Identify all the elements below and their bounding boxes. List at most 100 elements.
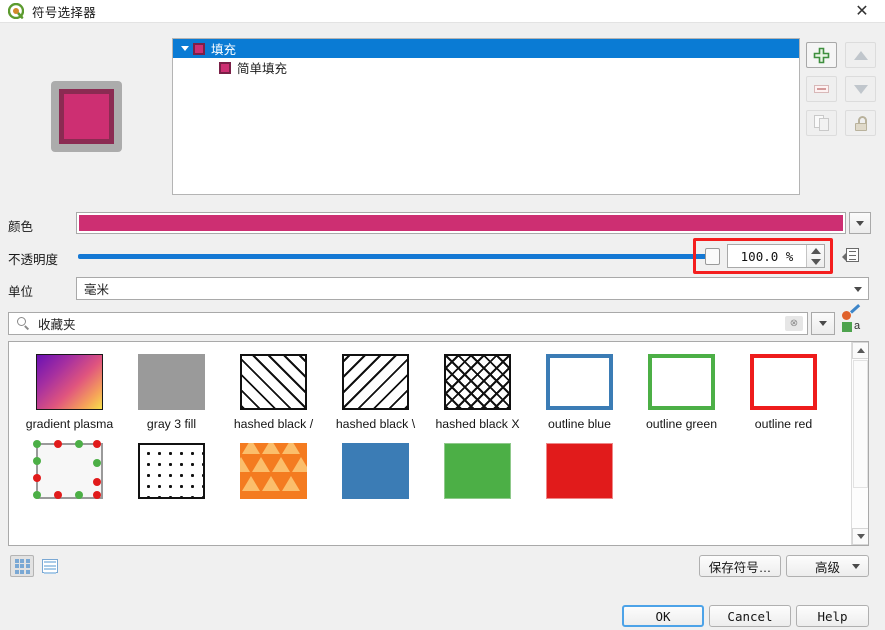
color-label: 颜色	[8, 220, 34, 234]
symbol-thumbnail	[342, 354, 409, 410]
opacity-value[interactable]: 100.0 %	[728, 249, 806, 264]
symbol-thumbnail	[648, 354, 715, 410]
tree-row-simple-fill[interactable]: 简单填充	[173, 58, 799, 77]
layer-button-column	[806, 42, 880, 142]
symbol-outline-blue[interactable]: outline blue	[529, 350, 630, 431]
color-dropdown-button[interactable]	[849, 212, 871, 234]
symbol-hashed-black-x[interactable]: hashed black X	[427, 350, 528, 431]
cancel-button[interactable]: Cancel	[709, 605, 791, 627]
search-filter-dropdown[interactable]	[811, 312, 835, 335]
tree-item-label: 填充	[211, 43, 237, 57]
clear-icon[interactable]: ⊗	[785, 316, 803, 331]
symbol-thumbnail	[240, 354, 307, 410]
symbol-layer-tree[interactable]: 填充 简单填充	[172, 38, 800, 195]
chevron-down-icon[interactable]	[177, 46, 193, 51]
ok-button[interactable]: OK	[622, 605, 704, 627]
advanced-button[interactable]: 高级	[786, 555, 869, 577]
symbol-gradient-plasma[interactable]: gradient plasma	[19, 350, 120, 431]
symbol-thumbnail	[444, 443, 511, 499]
symbol-grid[interactable]: gradient plasma gray 3 fill hashed black…	[8, 341, 869, 546]
symbol-solid-green[interactable]	[427, 439, 528, 506]
symbol-thumbnail	[36, 354, 103, 410]
slider-handle[interactable]	[705, 248, 720, 265]
remove-symbol-layer-button[interactable]	[806, 76, 837, 102]
move-down-button[interactable]	[845, 76, 876, 102]
symbol-label: hashed black \	[335, 417, 416, 431]
advanced-label: 高级	[814, 560, 840, 575]
spinbox-steppers[interactable]	[806, 245, 824, 267]
qgis-logo-icon	[7, 2, 25, 20]
move-up-button[interactable]	[845, 42, 876, 68]
chevron-down-icon	[852, 563, 860, 569]
symbol-thumbnail	[240, 443, 307, 499]
search-icon	[17, 317, 30, 330]
unit-value: 毫米	[84, 283, 110, 297]
layer-swatch	[219, 61, 231, 74]
data-defined-icon	[842, 247, 862, 265]
symbol-label: outline blue	[548, 417, 611, 431]
color-swatch	[79, 215, 843, 231]
symbol-thumbnail	[33, 440, 103, 499]
scrollbar-thumb[interactable]	[853, 360, 868, 488]
symbol-dotted-black[interactable]	[121, 439, 222, 506]
scroll-up-icon[interactable]	[852, 342, 868, 359]
close-icon[interactable]: ✕	[839, 0, 885, 23]
symbol-preview	[51, 81, 122, 152]
chevron-down-icon	[856, 220, 864, 226]
slider-groove	[78, 254, 712, 259]
symbol-hashed-black-back[interactable]: hashed black \	[325, 350, 426, 431]
symbol-orange-triangles[interactable]	[223, 439, 324, 506]
triangle-up-icon	[853, 50, 868, 60]
opacity-slider[interactable]	[78, 248, 720, 265]
symbol-grid-scrollbar[interactable]	[851, 342, 868, 545]
opacity-label: 不透明度	[8, 253, 59, 267]
unit-combobox[interactable]: 毫米	[76, 277, 869, 300]
symbol-outline-red[interactable]: outline red	[733, 350, 834, 431]
symbol-grid-items: gradient plasma gray 3 fill hashed black…	[9, 342, 850, 545]
symbol-thumbnail	[444, 354, 511, 410]
unit-label: 单位	[8, 285, 34, 299]
help-button[interactable]: Help	[796, 605, 869, 627]
symbol-label: gradient plasma	[25, 417, 114, 431]
grid-view-icon[interactable]	[10, 555, 34, 577]
symbol-label: hashed black X	[435, 417, 520, 431]
opacity-spinbox[interactable]: 100.0 %	[727, 244, 825, 268]
symbol-thumbnail	[138, 443, 205, 499]
symbol-outline-markers[interactable]	[19, 439, 120, 506]
duplicate-icon	[813, 115, 830, 131]
symbol-hashed-black-forward[interactable]: hashed black /	[223, 350, 324, 431]
symbol-gray-3-fill[interactable]: gray 3 fill	[121, 350, 222, 431]
duplicate-layer-button[interactable]	[806, 110, 837, 136]
symbol-solid-red[interactable]	[529, 439, 630, 506]
symbol-thumbnail	[138, 354, 205, 410]
add-symbol-layer-button[interactable]	[806, 42, 837, 68]
data-defined-override-button[interactable]	[840, 245, 864, 267]
symbol-label: outline green	[645, 417, 718, 431]
symbol-solid-blue[interactable]	[325, 439, 426, 506]
symbol-thumbnail	[750, 354, 817, 410]
symbol-outline-green[interactable]: outline green	[631, 350, 732, 431]
tree-item-label: 简单填充	[237, 62, 288, 76]
symbol-preview-fill	[59, 89, 114, 144]
chevron-down-icon[interactable]	[854, 287, 862, 292]
window-title: 符号选择器	[32, 5, 97, 20]
lock-layer-button[interactable]	[845, 110, 876, 136]
symbol-label: gray 3 fill	[146, 417, 197, 431]
symbol-label: hashed black /	[233, 417, 314, 431]
symbol-thumbnail	[546, 443, 613, 499]
list-view-icon[interactable]	[38, 555, 62, 577]
minus-icon	[814, 85, 829, 93]
chevron-down-icon	[819, 321, 827, 326]
layer-swatch	[193, 42, 205, 55]
style-manager-icon[interactable]: a	[841, 304, 863, 335]
scroll-down-icon[interactable]	[852, 528, 868, 545]
color-button[interactable]	[76, 212, 846, 234]
stepper-up-icon[interactable]	[810, 247, 821, 254]
tree-row-fill[interactable]: 填充	[173, 39, 799, 58]
symbol-thumbnail	[342, 443, 409, 499]
stepper-down-icon[interactable]	[810, 258, 821, 265]
search-value: 收藏夹	[38, 318, 76, 332]
symbol-search-input[interactable]: 收藏夹 ⊗	[8, 312, 808, 335]
symbol-label: outline red	[754, 417, 813, 431]
save-symbol-button[interactable]: 保存符号…	[699, 555, 781, 577]
